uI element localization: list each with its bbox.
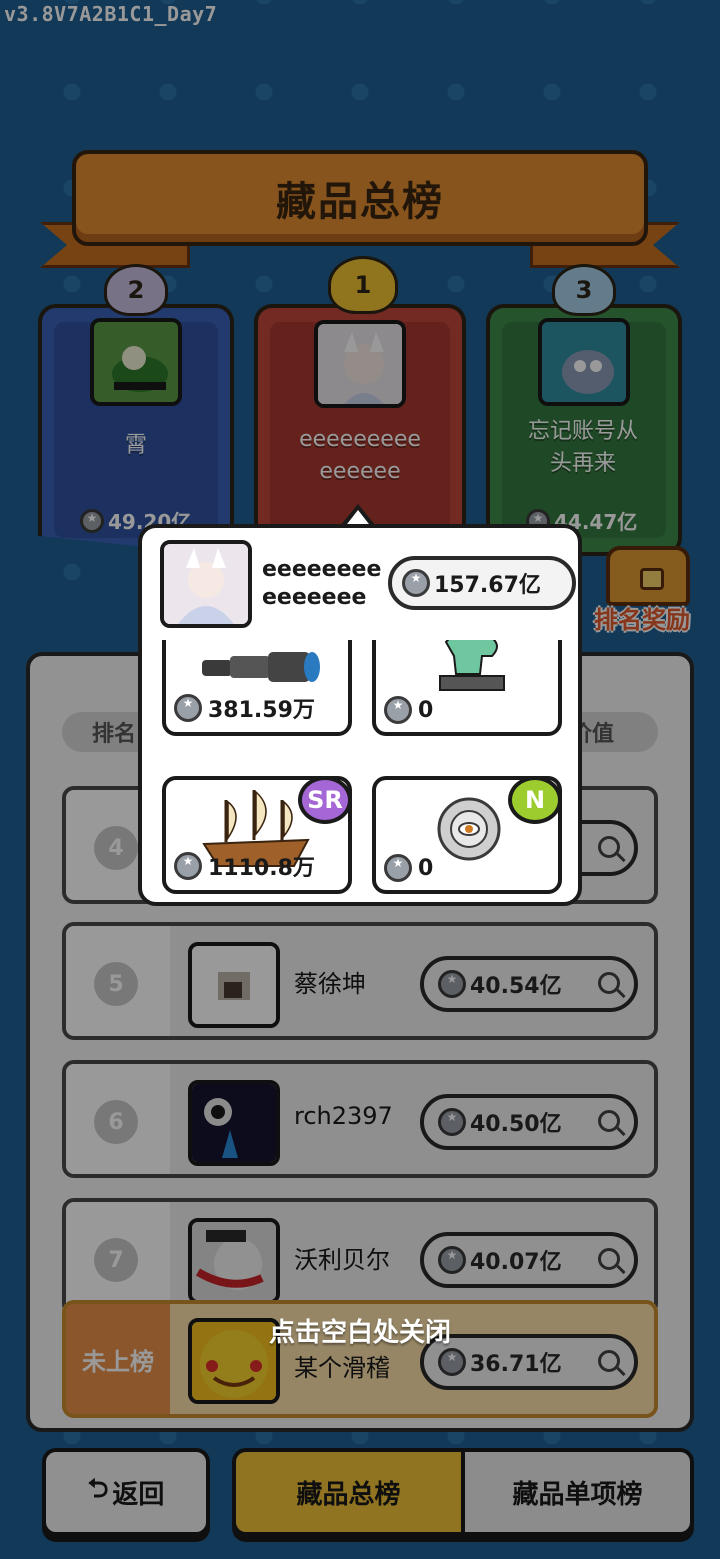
popup-avatar bbox=[160, 540, 252, 628]
collection-item-telescope[interactable]: 381.59万 bbox=[162, 640, 352, 736]
popup-total-value: 157.67亿 bbox=[388, 556, 576, 610]
collection-item-jade-horse[interactable]: 0 bbox=[372, 640, 562, 736]
coin-icon bbox=[384, 696, 412, 724]
popup-player-name: eeeeeeee eeeeeee bbox=[262, 557, 382, 610]
item-value: 381.59万 bbox=[174, 692, 315, 724]
collection-item-eye-coin[interactable]: N 0 bbox=[372, 776, 562, 894]
collection-items-grid[interactable]: 381.59万 0 SR 1110.8万 N bbox=[156, 640, 566, 894]
tap-to-close-hint: 点击空白处关闭 bbox=[268, 1318, 451, 1348]
player-collection-popup: eeeeeeeeeeeeeee 157.67亿 381.59万 0 bbox=[138, 524, 582, 906]
popup-pointer bbox=[340, 504, 376, 528]
item-value: 0 bbox=[384, 854, 433, 882]
coin-icon bbox=[402, 569, 430, 597]
coin-icon bbox=[174, 694, 202, 722]
collection-item-sailing-ship[interactable]: SR 1110.8万 bbox=[162, 776, 352, 894]
telescope-icon bbox=[202, 652, 320, 682]
item-value: 0 bbox=[384, 696, 433, 724]
rarity-badge: N bbox=[508, 776, 562, 824]
jade-horse-icon bbox=[439, 640, 505, 691]
item-value: 1110.8万 bbox=[174, 850, 315, 882]
coin-icon bbox=[384, 854, 412, 882]
eye-coin-icon bbox=[437, 797, 501, 861]
coin-icon bbox=[174, 852, 202, 880]
